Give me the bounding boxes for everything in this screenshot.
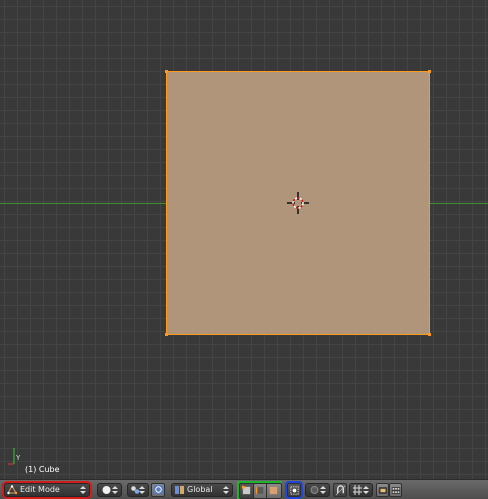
snap-element-selector[interactable] xyxy=(349,483,373,497)
mode-selector[interactable]: Edit Mode xyxy=(2,481,92,499)
mode-selector-label: Edit Mode xyxy=(20,485,60,494)
dropdown-arrows-icon xyxy=(363,486,369,494)
transform-orientation-selector[interactable]: Global xyxy=(171,483,233,497)
edge-select-icon xyxy=(256,487,264,494)
3d-cursor-icon[interactable] xyxy=(287,192,309,214)
select-mode-group xyxy=(237,481,282,499)
dropdown-arrows-icon xyxy=(223,486,229,494)
active-object-label: (1) Cube xyxy=(25,465,60,474)
manipulator-toggle[interactable] xyxy=(151,483,165,497)
vertex[interactable] xyxy=(428,70,431,73)
limit-selection-toggle[interactable] xyxy=(285,481,303,499)
view-axis-widget-icon xyxy=(8,448,15,465)
manipulator-icon xyxy=(153,484,164,495)
pivot-point-selector[interactable] xyxy=(127,483,149,497)
edit-mode-icon xyxy=(7,485,18,495)
dropdown-arrows-icon xyxy=(112,486,118,494)
orientation-label: Global xyxy=(187,485,213,494)
vertex[interactable] xyxy=(165,70,168,73)
snap-increment-icon xyxy=(353,485,362,495)
viewport-shading-selector[interactable] xyxy=(97,483,122,497)
render-animation-button[interactable] xyxy=(389,483,402,497)
proportional-edit-icon xyxy=(310,486,319,494)
render-anim-icon xyxy=(391,487,401,494)
dropdown-arrows-icon xyxy=(139,486,145,494)
solid-sphere-icon xyxy=(102,486,111,494)
dropdown-arrows-icon xyxy=(320,486,326,494)
vertex[interactable] xyxy=(165,333,168,336)
dropdown-arrows-icon xyxy=(80,486,86,494)
render-preview-button[interactable] xyxy=(376,483,389,497)
axis-y-label: Y xyxy=(16,454,21,462)
3d-viewport[interactable]: Y (1) Cube xyxy=(0,0,488,479)
vertex[interactable] xyxy=(428,333,431,336)
3d-view-header: Edit Mode Global xyxy=(0,479,488,499)
proportional-edit-selector[interactable] xyxy=(305,483,330,497)
render-preview-icon xyxy=(378,487,388,494)
vertex-select-icon xyxy=(241,485,251,495)
limit-selection-icon xyxy=(290,486,299,495)
snap-icon xyxy=(335,485,346,496)
face-select-button[interactable] xyxy=(266,483,282,499)
snap-toggle[interactable] xyxy=(333,483,347,497)
face-select-icon xyxy=(269,486,278,495)
orientation-icon xyxy=(175,486,184,494)
